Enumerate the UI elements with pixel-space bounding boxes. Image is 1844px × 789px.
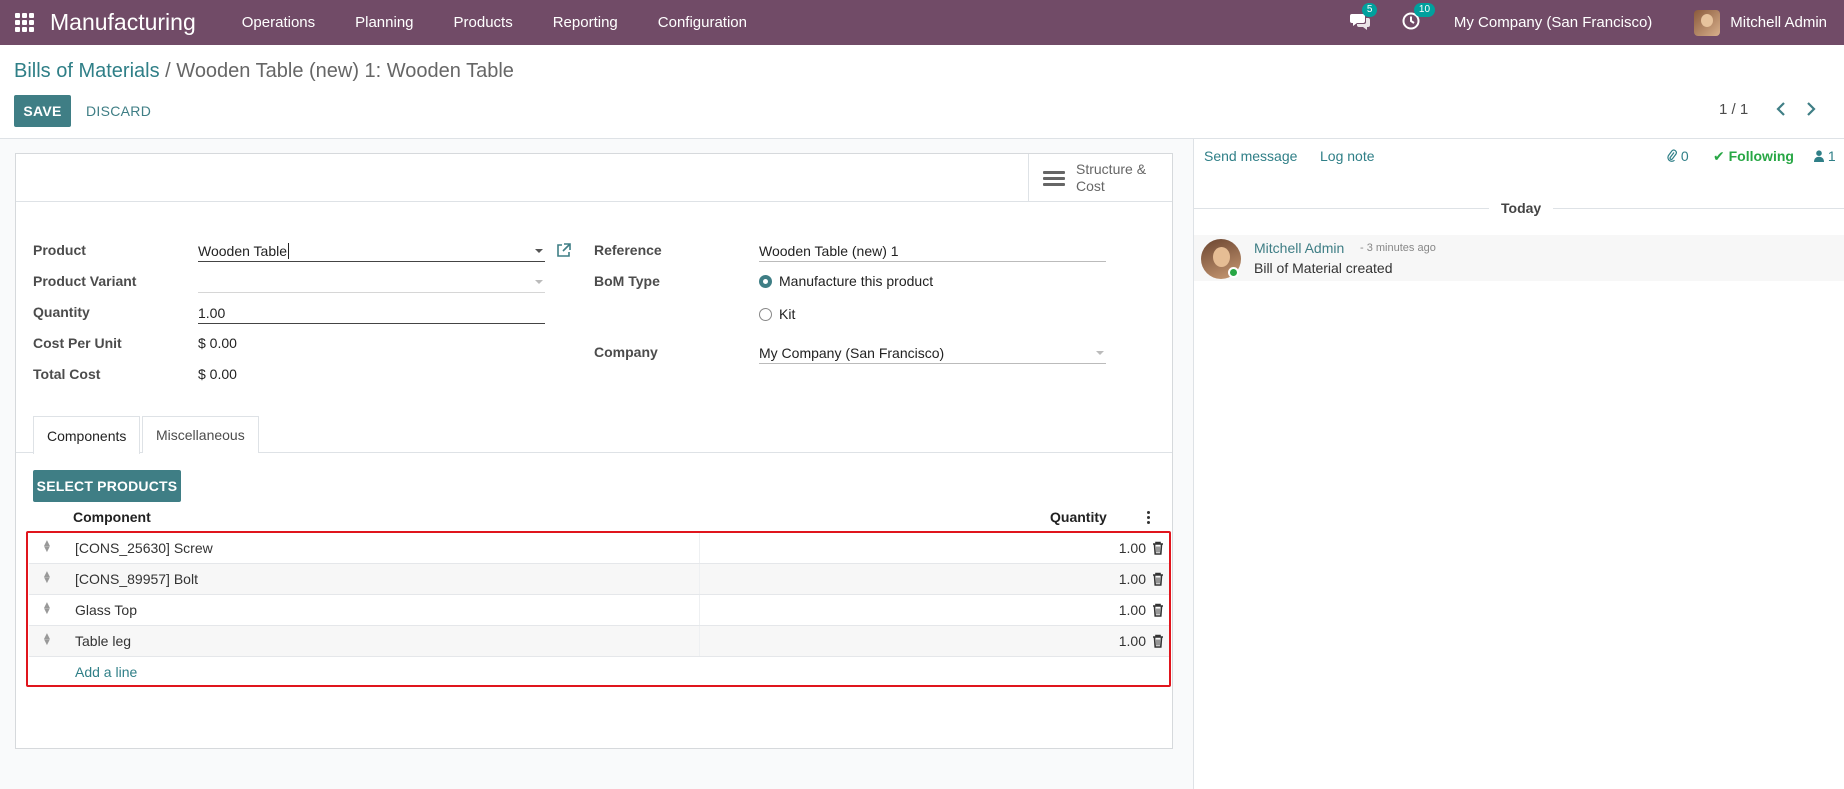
activities-badge: 10 bbox=[1413, 2, 1436, 17]
breadcrumb: Bills of Materials / Wooden Table (new) … bbox=[14, 60, 514, 83]
paperclip-icon bbox=[1667, 149, 1677, 162]
check-icon: ✔ bbox=[1713, 148, 1725, 164]
user-avatar bbox=[1694, 9, 1721, 36]
reference-label: Reference bbox=[594, 242, 662, 258]
company-field[interactable]: My Company (San Francisco) bbox=[759, 342, 1106, 364]
product-label: Product bbox=[33, 242, 86, 258]
date-separator: Today bbox=[1489, 200, 1554, 216]
bom-type-manufacture-label[interactable]: Manufacture this product bbox=[779, 273, 933, 289]
optional-columns-icon[interactable] bbox=[1147, 511, 1151, 524]
product-dropdown-caret-icon[interactable] bbox=[535, 249, 543, 253]
company-switcher[interactable]: My Company (San Francisco) bbox=[1454, 14, 1652, 31]
save-button[interactable]: SAVE bbox=[14, 95, 71, 127]
reference-field[interactable]: Wooden Table (new) 1 bbox=[759, 240, 1106, 262]
message-author[interactable]: Mitchell Admin bbox=[1254, 240, 1344, 256]
menu-configuration[interactable]: Configuration bbox=[638, 0, 767, 45]
chatter-message: Mitchell Admin - 3 minutes ago Bill of M… bbox=[1194, 235, 1844, 281]
product-variant-field[interactable] bbox=[198, 271, 545, 293]
company-label: Company bbox=[594, 344, 658, 360]
messages-badge: 5 bbox=[1361, 2, 1378, 17]
user-name: Mitchell Admin bbox=[1730, 14, 1827, 31]
structure-cost-button[interactable]: Structure & Cost bbox=[1028, 154, 1172, 202]
quantity-field[interactable]: 1.00 bbox=[198, 302, 545, 324]
apps-menu-icon[interactable] bbox=[14, 13, 34, 33]
following-button[interactable]: ✔ Following bbox=[1713, 148, 1794, 165]
main-menu: Operations Planning Products Reporting C… bbox=[222, 0, 767, 45]
chevron-left-icon bbox=[1776, 102, 1785, 116]
quantity-column-header[interactable]: Quantity bbox=[1050, 509, 1107, 525]
control-panel: Bills of Materials / Wooden Table (new) … bbox=[0, 45, 1844, 139]
product-variant-label: Product Variant bbox=[33, 273, 137, 289]
tab-miscellaneous[interactable]: Miscellaneous bbox=[142, 416, 259, 453]
cost-per-unit-label: Cost Per Unit bbox=[33, 335, 122, 351]
menu-operations[interactable]: Operations bbox=[222, 0, 335, 45]
chevron-right-icon bbox=[1807, 102, 1816, 116]
message-date: - 3 minutes ago bbox=[1360, 242, 1436, 254]
tab-components[interactable]: Components bbox=[33, 416, 141, 454]
breadcrumb-separator: / bbox=[165, 60, 171, 82]
chatter-panel: Send message Log note 0 ✔ Following 1 To… bbox=[1193, 139, 1844, 789]
form-sheet: Structure & Cost Product Wooden Table Pr… bbox=[15, 153, 1173, 749]
online-status-icon bbox=[1228, 267, 1239, 278]
structure-cost-label: Structure & Cost bbox=[1076, 161, 1146, 195]
attachments-count: 0 bbox=[1680, 148, 1689, 164]
cost-per-unit-value: $ 0.00 bbox=[198, 335, 237, 351]
menu-planning[interactable]: Planning bbox=[335, 0, 433, 45]
quantity-field-value: 1.00 bbox=[198, 305, 226, 321]
total-cost-label: Total Cost bbox=[33, 366, 101, 382]
log-note-button[interactable]: Log note bbox=[1320, 148, 1375, 164]
user-menu[interactable]: Mitchell Admin bbox=[1694, 9, 1827, 36]
bom-type-kit-label[interactable]: Kit bbox=[779, 306, 795, 322]
send-message-button[interactable]: Send message bbox=[1204, 148, 1297, 164]
user-icon bbox=[1814, 150, 1824, 162]
product-field-value: Wooden Table bbox=[198, 243, 287, 259]
menu-products[interactable]: Products bbox=[434, 0, 533, 45]
product-field[interactable]: Wooden Table bbox=[198, 240, 545, 262]
discard-button[interactable]: DISCARD bbox=[86, 95, 151, 127]
components-highlight-box bbox=[26, 531, 1171, 687]
total-cost-value: $ 0.00 bbox=[198, 366, 237, 382]
company-field-value: My Company (San Francisco) bbox=[759, 345, 945, 361]
bars-icon bbox=[1043, 168, 1065, 189]
select-products-button[interactable]: SELECT PRODUCTS bbox=[33, 470, 181, 502]
activity-menu[interactable]: 10 bbox=[1402, 2, 1436, 34]
app-brand[interactable]: Manufacturing bbox=[50, 9, 196, 36]
messaging-menu[interactable]: 5 bbox=[1349, 2, 1378, 34]
pager-next-button[interactable] bbox=[1803, 99, 1819, 119]
top-navbar: Manufacturing Operations Planning Produc… bbox=[0, 0, 1844, 45]
pager-value[interactable]: 1 / 1 bbox=[1719, 101, 1748, 118]
form-area: Structure & Cost Product Wooden Table Pr… bbox=[0, 139, 1193, 789]
breadcrumb-parent[interactable]: Bills of Materials bbox=[14, 60, 160, 82]
structure-cost-label-line1: Structure & bbox=[1076, 161, 1147, 177]
attachments-button[interactable]: 0 bbox=[1667, 148, 1689, 164]
following-label: Following bbox=[1728, 148, 1794, 164]
menu-reporting[interactable]: Reporting bbox=[533, 0, 638, 45]
bom-type-manufacture-radio[interactable] bbox=[759, 275, 772, 288]
navbar-systray: 5 10 My Company (San Francisco) Mitchell… bbox=[1349, 0, 1844, 45]
bom-type-kit-radio[interactable] bbox=[759, 308, 772, 321]
variant-dropdown-caret-icon[interactable] bbox=[535, 280, 543, 284]
button-box: Structure & Cost bbox=[16, 154, 1172, 202]
bom-type-label: BoM Type bbox=[594, 273, 660, 289]
breadcrumb-current: Wooden Table (new) 1: Wooden Table bbox=[176, 60, 514, 82]
structure-cost-label-line2: Cost bbox=[1076, 178, 1105, 194]
pager-previous-button[interactable] bbox=[1773, 99, 1789, 119]
followers-count: 1 bbox=[1827, 148, 1836, 164]
quantity-label: Quantity bbox=[33, 304, 90, 320]
external-link-icon[interactable] bbox=[556, 243, 572, 259]
company-dropdown-caret-icon[interactable] bbox=[1096, 351, 1104, 355]
component-column-header[interactable]: Component bbox=[73, 509, 151, 525]
message-body: Bill of Material created bbox=[1254, 260, 1393, 276]
reference-field-value: Wooden Table (new) 1 bbox=[759, 243, 899, 259]
followers-button[interactable]: 1 bbox=[1814, 148, 1836, 164]
